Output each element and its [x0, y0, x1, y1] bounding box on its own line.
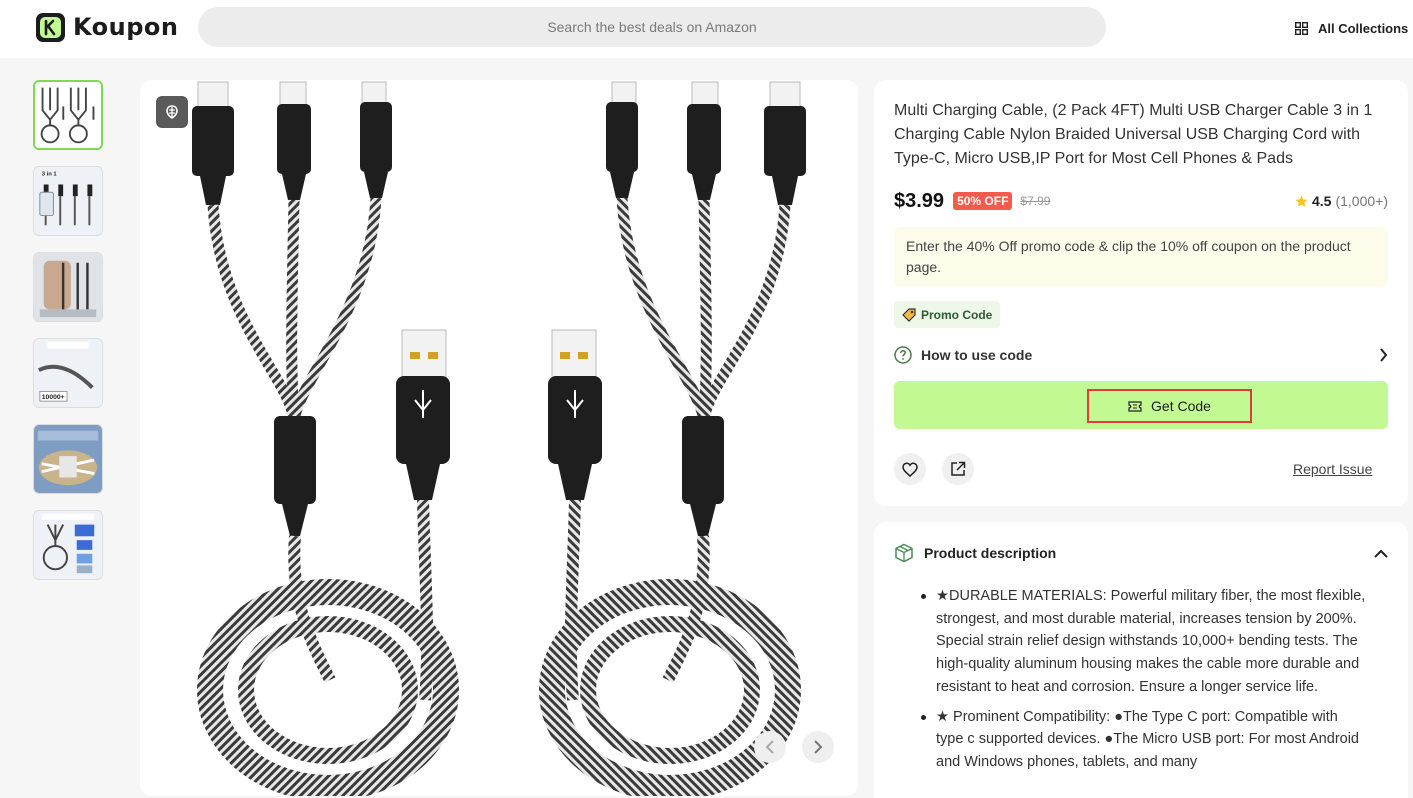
discount-badge: 50% OFF	[953, 192, 1013, 210]
get-code-highlight: Get Code	[1087, 389, 1252, 423]
how-to-use-code-label: How to use code	[921, 347, 1033, 363]
top-header: Koupon All Collections	[0, 0, 1413, 58]
external-link-icon	[951, 461, 966, 476]
thumbnail-6[interactable]	[33, 510, 103, 580]
product-info-card: Multi Charging Cable, (2 Pack 4FT) Multi…	[874, 80, 1408, 506]
help-circle-icon	[894, 346, 912, 364]
promo-note: Enter the 40% Off promo code & clip the …	[894, 227, 1388, 286]
product-description-header[interactable]: Product description	[894, 542, 1388, 564]
how-to-use-code-row[interactable]: How to use code	[894, 345, 1388, 365]
original-price: $7.99	[1020, 194, 1051, 208]
next-image-button[interactable]	[802, 731, 834, 763]
thumbnail-2[interactable]: 3 in 1	[33, 166, 103, 236]
description-bullet: ★DURABLE MATERIALS: Powerful military fi…	[918, 585, 1368, 699]
rating: 4.5 (1,000+)	[1295, 193, 1388, 209]
ticket-icon	[1128, 400, 1142, 412]
tag-icon	[902, 307, 916, 322]
favorite-button[interactable]	[894, 453, 926, 485]
current-price: $3.99	[894, 189, 945, 212]
logo-mark-icon	[36, 12, 65, 42]
thumbnail-4[interactable]: 10000+	[33, 338, 103, 408]
brand-name: Koupon	[73, 13, 179, 41]
get-code-label: Get Code	[1151, 398, 1211, 414]
product-description-title: Product description	[924, 545, 1057, 561]
thumbnail-1[interactable]	[33, 80, 103, 150]
product-description-card: Product description ★DURABLE MATERIALS: …	[874, 522, 1408, 798]
chevron-right-icon	[1380, 348, 1388, 362]
ai-search-icon[interactable]	[156, 96, 188, 128]
thumbnail-4-caption: 10000+	[42, 394, 65, 401]
search-input[interactable]	[198, 7, 1106, 47]
chevron-up-icon[interactable]	[1374, 549, 1388, 558]
description-bullets: ★DURABLE MATERIALS: Powerful military fi…	[918, 585, 1368, 781]
get-code-button[interactable]: Get Code	[894, 381, 1388, 429]
thumbnail-3[interactable]	[33, 252, 103, 322]
prev-image-button[interactable]	[754, 731, 786, 763]
chevron-left-icon	[765, 740, 774, 754]
cable-product-photo	[192, 81, 806, 796]
price-row: $3.99 50% OFF $7.99 4.5 (1,000+)	[894, 188, 1388, 214]
box-icon	[895, 543, 913, 563]
promo-code-label: Promo Code	[921, 307, 993, 322]
rating-count: (1,000+)	[1335, 193, 1388, 209]
heart-icon	[902, 461, 918, 477]
share-button[interactable]	[942, 453, 974, 485]
chevron-right-icon	[814, 740, 823, 754]
promo-code-tag: Promo Code	[894, 301, 1001, 328]
thumbnail-5[interactable]	[33, 424, 103, 494]
all-collections-label: All Collections	[1318, 20, 1409, 36]
star-icon	[1295, 195, 1308, 207]
report-issue-link[interactable]: Report Issue	[1293, 461, 1372, 477]
product-main-image	[140, 80, 858, 796]
grid-icon	[1295, 21, 1308, 35]
rating-value: 4.5	[1311, 193, 1332, 209]
thumbnail-2-caption: 3 in 1	[42, 172, 58, 178]
koupon-logo[interactable]: Koupon	[36, 12, 179, 42]
product-title: Multi Charging Cable, (2 Pack 4FT) Multi…	[894, 102, 1373, 167]
all-collections-link[interactable]: All Collections	[1295, 18, 1408, 38]
description-bullet: ★ Prominent Compatibility: ●The Type C p…	[918, 706, 1368, 774]
